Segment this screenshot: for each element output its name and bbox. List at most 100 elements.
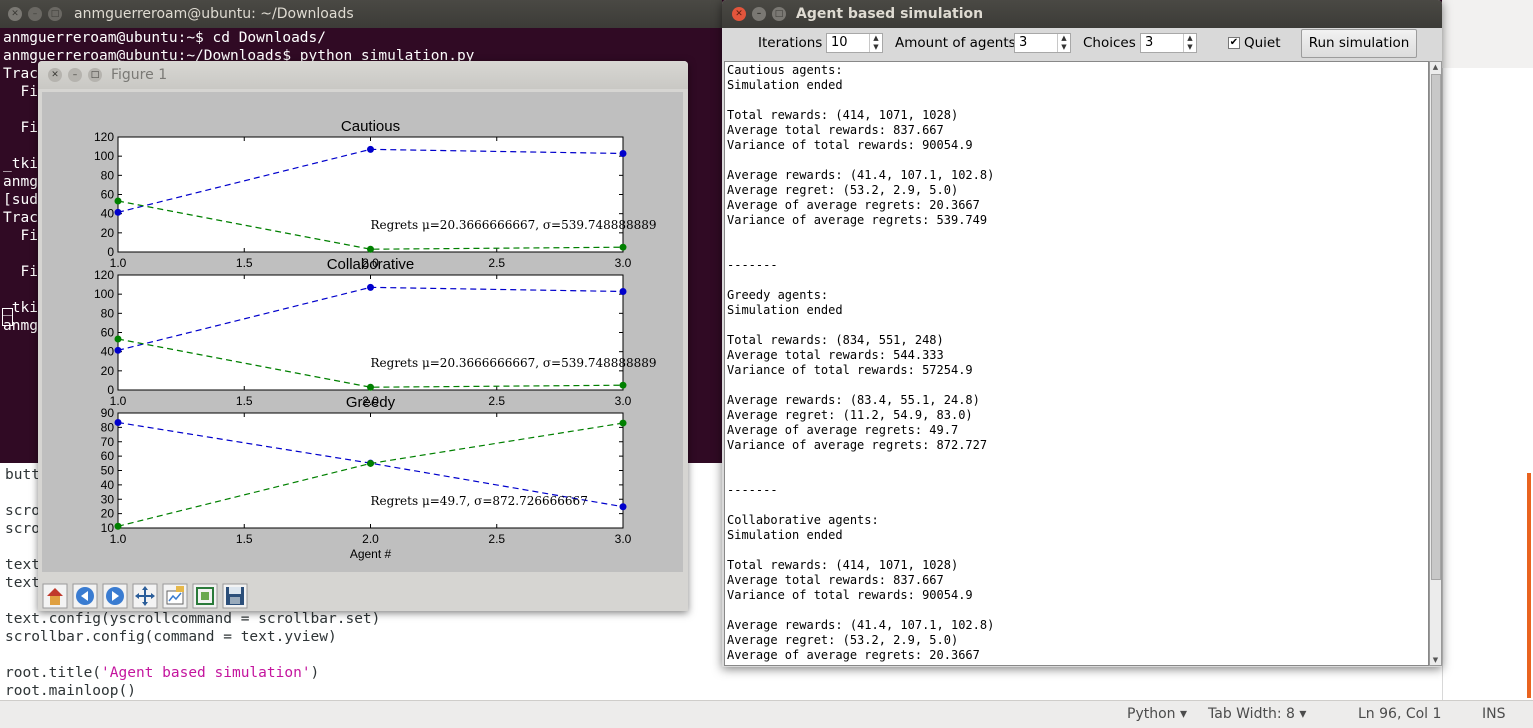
data-point xyxy=(619,503,627,511)
code-text: text xyxy=(5,575,40,591)
code-line: root.mainloop() xyxy=(5,683,136,699)
code-text: text.config(yscrollcommand = scrollbar.s… xyxy=(5,611,381,627)
y-tick-label: 40 xyxy=(101,345,115,359)
y-tick-label: 100 xyxy=(94,287,114,301)
data-point xyxy=(367,459,374,467)
output-line: Cautious agents: xyxy=(727,63,843,77)
data-point xyxy=(114,346,122,354)
output-line: Average rewards: (41.4, 107.1, 102.8) xyxy=(727,168,995,182)
pan-icon[interactable] xyxy=(132,583,158,609)
terminal-close-button[interactable]: ✕ xyxy=(8,7,22,21)
editor-header-region xyxy=(1442,0,1533,69)
code-line: scro xyxy=(5,521,40,537)
output-line: Variance of total rewards: 90054.9 xyxy=(727,588,973,602)
back-icon[interactable] xyxy=(72,583,98,609)
simulation-minimize-button[interactable]: – xyxy=(752,7,766,21)
figure-canvas[interactable]: Cautious 0 20 40 60 80 100 120 1.0 1.5 2.0 2.5 3.0 Re… xyxy=(42,92,683,572)
editor-right-region xyxy=(1442,68,1533,700)
figure-maximize-button[interactable]: □ xyxy=(88,68,102,82)
scrollbar-thumb[interactable] xyxy=(1431,74,1441,580)
tab-width-selector[interactable]: Tab Width: 8 ▾ xyxy=(1208,706,1306,722)
data-point xyxy=(114,208,122,216)
y-tick-label: 60 xyxy=(101,188,115,202)
output-line: Average total rewards: 837.667 xyxy=(727,123,944,137)
code-text: butt xyxy=(5,467,40,483)
simulation-titlebar: ✕ – □ Agent based simulation xyxy=(722,0,1442,28)
code-line: butt xyxy=(5,467,40,483)
simulation-maximize-button[interactable]: □ xyxy=(772,7,786,21)
spin-arrows-icon[interactable]: ▲ ▼ xyxy=(869,34,882,52)
y-tick-label: 40 xyxy=(101,207,115,221)
x-tick-label: 1.5 xyxy=(236,256,253,270)
data-point xyxy=(114,335,122,343)
home-icon[interactable] xyxy=(42,583,68,609)
save-icon[interactable] xyxy=(222,583,248,609)
choices-spinbox[interactable]: 3 ▲ ▼ xyxy=(1140,33,1197,53)
agents-spinbox[interactable]: 3 ▲ ▼ xyxy=(1014,33,1071,53)
terminal-line: Fi xyxy=(3,228,38,244)
y-tick-label: 30 xyxy=(101,492,115,506)
run-simulation-button[interactable]: Run simulation xyxy=(1301,29,1417,58)
figure-title: Figure 1 xyxy=(111,67,168,83)
scroll-down-icon[interactable]: ▼ xyxy=(1431,655,1440,665)
x-tick-label: 3.0 xyxy=(615,394,632,408)
simulation-output[interactable]: Cautious agents: Simulation ended Total re… xyxy=(724,61,1429,666)
chart-annotation: Regrets μ=49.7, σ=872.726666667 xyxy=(371,494,588,508)
output-line: Simulation ended xyxy=(727,303,843,317)
chart-title: Greedy xyxy=(346,394,396,411)
output-line: Simulation ended xyxy=(727,528,843,542)
configure-subplots-icon[interactable] xyxy=(162,583,188,609)
x-tick-label: 1.0 xyxy=(110,532,127,546)
insert-mode: INS xyxy=(1482,706,1506,722)
iterations-spinbox[interactable]: 10 ▲ ▼ xyxy=(826,33,883,53)
code-line: text.config(yscrollcommand = scrollbar.s… xyxy=(5,611,380,627)
code-string: 'Agent based simulation' xyxy=(101,665,311,681)
terminal-minimize-button[interactable]: – xyxy=(28,7,42,21)
simulation-scrollbar[interactable]: ▲ ▼ xyxy=(1429,61,1442,666)
y-tick-label: 80 xyxy=(101,168,115,182)
data-point xyxy=(619,381,627,389)
forward-icon[interactable] xyxy=(102,583,128,609)
editor-statusbar: Python ▾ Tab Width: 8 ▾ Ln 96, Col 1 INS xyxy=(0,700,1533,728)
output-line: Total rewards: (414, 1071, 1028) xyxy=(727,558,959,572)
chart-title: Cautious xyxy=(341,118,400,135)
terminal-line: Fi xyxy=(3,264,38,280)
y-tick-label: 50 xyxy=(101,464,115,478)
terminal-line: Fi xyxy=(3,84,38,100)
spin-arrows-icon[interactable]: ▲ ▼ xyxy=(1057,34,1070,52)
output-line: Total rewards: (834, 551, 248) xyxy=(727,333,944,347)
quiet-checkbox[interactable]: ✔ xyxy=(1228,37,1240,49)
cursor-position: Ln 96, Col 1 xyxy=(1358,706,1442,722)
code-line: text xyxy=(5,557,40,573)
terminal-line: anmg xyxy=(3,174,38,190)
zoom-rect-icon[interactable] xyxy=(192,583,218,609)
y-tick-label: 100 xyxy=(94,149,114,163)
output-line: Average rewards: (41.4, 107.1, 102.8) xyxy=(727,618,995,632)
terminal-maximize-button[interactable]: □ xyxy=(48,7,62,21)
y-tick-label: 40 xyxy=(101,478,115,492)
simulation-close-button[interactable]: ✕ xyxy=(732,7,746,21)
y-tick-label: 60 xyxy=(101,326,115,340)
terminal-line: Fi xyxy=(3,120,38,136)
code-text: scro xyxy=(5,503,40,519)
chart-annotation: Regrets μ=20.3666666667, σ=539.748888889 xyxy=(371,218,657,232)
figure-close-button[interactable]: ✕ xyxy=(48,68,62,82)
y-tick-label: 120 xyxy=(94,268,114,282)
code-text: scro xyxy=(5,521,40,537)
output-line: Average of average regrets: 20.3667 xyxy=(727,198,980,212)
scroll-up-icon[interactable]: ▲ xyxy=(1431,62,1440,72)
output-line: Variance of total rewards: 90054.9 xyxy=(727,138,973,152)
chart-annotation: Regrets μ=20.3666666667, σ=539.748888889 xyxy=(371,356,657,370)
language-selector[interactable]: Python ▾ xyxy=(1127,706,1187,722)
output-line: Average regret: (53.2, 2.9, 5.0) xyxy=(727,183,959,197)
x-tick-label: 3.0 xyxy=(615,256,632,270)
x-tick-label: 2.5 xyxy=(488,394,505,408)
data-point xyxy=(619,287,627,295)
output-line: Simulation ended xyxy=(727,78,843,92)
figure-window: ✕ – □ Figure 1 Cautious 0 20 40 60 80 100 120 1.… xyxy=(38,61,688,611)
figure-svg: Cautious0204060801001201.0 1.5 2.0 2.5 3.0Re… xyxy=(42,92,683,572)
figure-minimize-button[interactable]: – xyxy=(68,68,82,82)
y-tick-label: 80 xyxy=(101,420,115,434)
terminal-line: Trac xyxy=(3,210,38,226)
spin-arrows-icon[interactable]: ▲ ▼ xyxy=(1183,34,1196,52)
